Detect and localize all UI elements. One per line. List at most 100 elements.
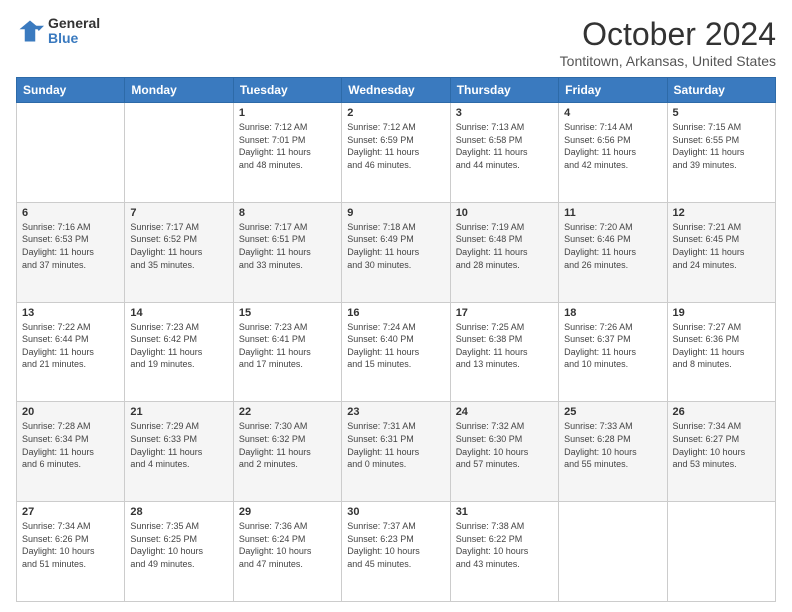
calendar-week-1: 6 Sunrise: 7:16 AM Sunset: 6:53 PM Daylig…: [17, 202, 776, 302]
calendar-cell: 19 Sunrise: 7:27 AM Sunset: 6:36 PM Dayli…: [667, 302, 775, 402]
day-info: Sunrise: 7:33 AM Sunset: 6:28 PM Dayligh…: [564, 420, 661, 470]
calendar-cell: 9 Sunrise: 7:18 AM Sunset: 6:49 PM Daylig…: [342, 202, 450, 302]
day-info: Sunrise: 7:17 AM Sunset: 6:52 PM Dayligh…: [130, 221, 227, 271]
day-info: Sunrise: 7:13 AM Sunset: 6:58 PM Dayligh…: [456, 121, 553, 171]
calendar-cell: [559, 502, 667, 602]
day-number: 4: [564, 107, 661, 119]
day-number: 27: [22, 506, 119, 518]
calendar-cell: 26Sunrise: 7:34 AM Sunset: 6:27 PM Dayli…: [667, 402, 775, 502]
calendar-cell: 23 Sunrise: 7:31 AM Sunset: 6:31 PM Dayli…: [342, 402, 450, 502]
calendar-cell: 14 Sunrise: 7:23 AM Sunset: 6:42 PM Dayli…: [125, 302, 233, 402]
calendar-cell: 30 Sunrise: 7:37 AM Sunset: 6:23 PM Dayli…: [342, 502, 450, 602]
day-number: 3: [456, 107, 553, 119]
col-tuesday: Tuesday: [233, 78, 341, 103]
calendar-week-2: 13 Sunrise: 7:22 AM Sunset: 6:44 PM Dayli…: [17, 302, 776, 402]
calendar-cell: 22 Sunrise: 7:30 AM Sunset: 6:32 PM Dayli…: [233, 402, 341, 502]
calendar-cell: 13 Sunrise: 7:22 AM Sunset: 6:44 PM Dayli…: [17, 302, 125, 402]
day-info: Sunrise: 7:32 AM Sunset: 6:30 PM Dayligh…: [456, 420, 553, 470]
calendar-cell: 6 Sunrise: 7:16 AM Sunset: 6:53 PM Daylig…: [17, 202, 125, 302]
calendar-cell: [667, 502, 775, 602]
calendar-cell: 29Sunrise: 7:36 AM Sunset: 6:24 PM Dayli…: [233, 502, 341, 602]
col-sunday: Sunday: [17, 78, 125, 103]
day-info: Sunrise: 7:30 AM Sunset: 6:32 PM Dayligh…: [239, 420, 336, 470]
calendar-week-4: 27 Sunrise: 7:34 AM Sunset: 6:26 PM Dayli…: [17, 502, 776, 602]
col-friday: Friday: [559, 78, 667, 103]
calendar-cell: [125, 103, 233, 203]
day-number: 19: [673, 307, 770, 319]
calendar-week-0: 1 Sunrise: 7:12 AM Sunset: 7:01 PM Daylig…: [17, 103, 776, 203]
day-number: 14: [130, 307, 227, 319]
day-info: Sunrise: 7:15 AM Sunset: 6:55 PM Dayligh…: [673, 121, 770, 171]
day-number: 29: [239, 506, 336, 518]
day-number: 26: [673, 406, 770, 418]
day-info: Sunrise: 7:16 AM Sunset: 6:53 PM Dayligh…: [22, 221, 119, 271]
day-number: 21: [130, 406, 227, 418]
main-title: October 2024: [560, 16, 776, 53]
day-info: Sunrise: 7:12 AM Sunset: 7:01 PM Dayligh…: [239, 121, 336, 171]
calendar-cell: 20Sunrise: 7:28 AM Sunset: 6:34 PM Dayli…: [17, 402, 125, 502]
day-number: 22: [239, 406, 336, 418]
calendar-cell: 5Sunrise: 7:15 AM Sunset: 6:55 PM Daylig…: [667, 103, 775, 203]
day-number: 12: [673, 207, 770, 219]
logo-icon: [16, 17, 44, 45]
calendar-cell: 8Sunrise: 7:17 AM Sunset: 6:51 PM Daylig…: [233, 202, 341, 302]
day-info: Sunrise: 7:18 AM Sunset: 6:49 PM Dayligh…: [347, 221, 444, 271]
calendar-cell: 25 Sunrise: 7:33 AM Sunset: 6:28 PM Dayli…: [559, 402, 667, 502]
day-info: Sunrise: 7:17 AM Sunset: 6:51 PM Dayligh…: [239, 221, 336, 271]
day-info: Sunrise: 7:14 AM Sunset: 6:56 PM Dayligh…: [564, 121, 661, 171]
day-info: Sunrise: 7:20 AM Sunset: 6:46 PM Dayligh…: [564, 221, 661, 271]
day-info: Sunrise: 7:34 AM Sunset: 6:26 PM Dayligh…: [22, 520, 119, 570]
day-number: 23: [347, 406, 444, 418]
day-number: 16: [347, 307, 444, 319]
day-info: Sunrise: 7:24 AM Sunset: 6:40 PM Dayligh…: [347, 321, 444, 371]
calendar-cell: [17, 103, 125, 203]
calendar-cell: 7 Sunrise: 7:17 AM Sunset: 6:52 PM Daylig…: [125, 202, 233, 302]
day-info: Sunrise: 7:21 AM Sunset: 6:45 PM Dayligh…: [673, 221, 770, 271]
logo-text: General Blue: [48, 16, 100, 47]
logo-blue-text: Blue: [48, 31, 100, 46]
day-number: 13: [22, 307, 119, 319]
calendar-cell: 17 Sunrise: 7:25 AM Sunset: 6:38 PM Dayli…: [450, 302, 558, 402]
logo-general-text: General: [48, 16, 100, 31]
day-info: Sunrise: 7:37 AM Sunset: 6:23 PM Dayligh…: [347, 520, 444, 570]
calendar-header-row: Sunday Monday Tuesday Wednesday Thursday…: [17, 78, 776, 103]
calendar-cell: 2 Sunrise: 7:12 AM Sunset: 6:59 PM Daylig…: [342, 103, 450, 203]
logo: General Blue: [16, 16, 100, 47]
day-number: 10: [456, 207, 553, 219]
calendar-cell: 3 Sunrise: 7:13 AM Sunset: 6:58 PM Daylig…: [450, 103, 558, 203]
subtitle: Tontitown, Arkansas, United States: [560, 53, 776, 69]
day-number: 25: [564, 406, 661, 418]
col-thursday: Thursday: [450, 78, 558, 103]
calendar-cell: 12 Sunrise: 7:21 AM Sunset: 6:45 PM Dayli…: [667, 202, 775, 302]
header: General Blue October 2024 Tontitown, Ark…: [16, 16, 776, 69]
day-info: Sunrise: 7:25 AM Sunset: 6:38 PM Dayligh…: [456, 321, 553, 371]
calendar-cell: 10 Sunrise: 7:19 AM Sunset: 6:48 PM Dayli…: [450, 202, 558, 302]
day-info: Sunrise: 7:22 AM Sunset: 6:44 PM Dayligh…: [22, 321, 119, 371]
day-number: 2: [347, 107, 444, 119]
day-number: 24: [456, 406, 553, 418]
day-info: Sunrise: 7:27 AM Sunset: 6:36 PM Dayligh…: [673, 321, 770, 371]
day-info: Sunrise: 7:23 AM Sunset: 6:42 PM Dayligh…: [130, 321, 227, 371]
day-number: 28: [130, 506, 227, 518]
day-number: 9: [347, 207, 444, 219]
day-number: 30: [347, 506, 444, 518]
day-number: 6: [22, 207, 119, 219]
day-info: Sunrise: 7:26 AM Sunset: 6:37 PM Dayligh…: [564, 321, 661, 371]
calendar-cell: 21Sunrise: 7:29 AM Sunset: 6:33 PM Dayli…: [125, 402, 233, 502]
day-number: 11: [564, 207, 661, 219]
day-number: 15: [239, 307, 336, 319]
day-info: Sunrise: 7:19 AM Sunset: 6:48 PM Dayligh…: [456, 221, 553, 271]
day-number: 7: [130, 207, 227, 219]
col-saturday: Saturday: [667, 78, 775, 103]
day-info: Sunrise: 7:35 AM Sunset: 6:25 PM Dayligh…: [130, 520, 227, 570]
day-info: Sunrise: 7:31 AM Sunset: 6:31 PM Dayligh…: [347, 420, 444, 470]
title-block: October 2024 Tontitown, Arkansas, United…: [560, 16, 776, 69]
day-number: 1: [239, 107, 336, 119]
day-number: 20: [22, 406, 119, 418]
calendar-week-3: 20Sunrise: 7:28 AM Sunset: 6:34 PM Dayli…: [17, 402, 776, 502]
calendar-cell: 11 Sunrise: 7:20 AM Sunset: 6:46 PM Dayli…: [559, 202, 667, 302]
calendar-cell: 1 Sunrise: 7:12 AM Sunset: 7:01 PM Daylig…: [233, 103, 341, 203]
calendar-cell: 28 Sunrise: 7:35 AM Sunset: 6:25 PM Dayli…: [125, 502, 233, 602]
day-number: 17: [456, 307, 553, 319]
day-info: Sunrise: 7:12 AM Sunset: 6:59 PM Dayligh…: [347, 121, 444, 171]
